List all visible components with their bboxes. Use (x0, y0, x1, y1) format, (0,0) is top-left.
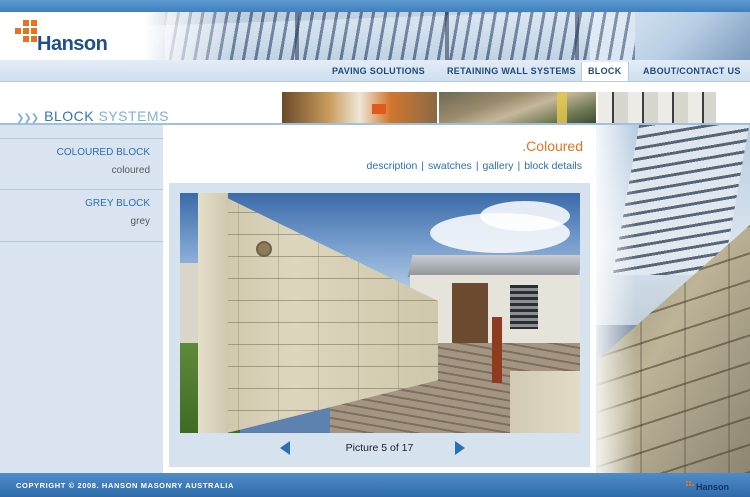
tab-gallery[interactable]: gallery (483, 160, 514, 172)
section-banner: ❯❯❯ BLOCK SYSTEMS (0, 90, 750, 125)
content-tabs: description | swatches | gallery | block detai… (367, 160, 582, 172)
gallery-viewer: Picture 5 of 17 (169, 183, 590, 467)
section-title: ❯❯❯ BLOCK SYSTEMS (16, 108, 169, 124)
tab-block-details[interactable]: block details (524, 160, 582, 172)
sidebar-subitem-grey[interactable]: grey (131, 216, 150, 227)
nav-paving-solutions[interactable]: PAVING SOLUTIONS (332, 66, 425, 76)
sidebar-item-coloured-block[interactable]: COLOURED BLOCK (57, 147, 150, 158)
footer-logo: Hanson (686, 479, 742, 493)
next-arrow-icon[interactable] (455, 441, 465, 455)
decorative-wall-photo (596, 125, 750, 473)
page-title: .Coloured (522, 138, 583, 154)
picture-counter: Picture 5 of 17 (345, 442, 414, 454)
gallery-photo (180, 193, 580, 433)
footer: COPYRIGHT © 2008. HANSON MASONRY AUSTRAL… (0, 473, 750, 497)
nav-retaining-wall-systems[interactable]: RETAINING WALL SYSTEMS (447, 66, 576, 76)
sidebar-group-grey: GREY BLOCK grey (0, 190, 163, 242)
header: Hanson (0, 12, 750, 60)
main-content: .Coloured description | swatches | gallery | b… (163, 125, 596, 473)
nav-about-contact[interactable]: ABOUT/CONTACT US (643, 66, 741, 76)
sidebar: COLOURED BLOCK coloured GREY BLOCK grey (0, 125, 163, 473)
tab-separator: | (517, 160, 521, 172)
copyright-text: COPYRIGHT © 2008. HANSON MASONRY AUSTRAL… (16, 481, 234, 490)
header-photo (145, 12, 750, 60)
top-strip (0, 0, 750, 12)
banner-thumb-house (598, 92, 716, 123)
logo-squares-icon (15, 20, 37, 42)
tab-separator: | (421, 160, 425, 172)
banner-thumb-garden (439, 92, 596, 123)
nav-block[interactable]: BLOCK (581, 62, 629, 81)
tab-swatches[interactable]: swatches (428, 160, 472, 172)
sidebar-group-coloured: COLOURED BLOCK coloured (0, 138, 163, 190)
sidebar-item-grey-block[interactable]: GREY BLOCK (85, 198, 150, 209)
banner-thumb-interior (282, 92, 437, 123)
tab-separator: | (475, 160, 479, 172)
gallery-pager: Picture 5 of 17 (169, 435, 590, 463)
main-nav: PAVING SOLUTIONS RETAINING WALL SYSTEMS … (0, 60, 750, 82)
wall-light-fixture (256, 241, 272, 257)
tab-description[interactable]: description (367, 160, 418, 172)
logo-text: Hanson (37, 33, 108, 55)
sidebar-subitem-coloured[interactable]: coloured (112, 165, 150, 176)
